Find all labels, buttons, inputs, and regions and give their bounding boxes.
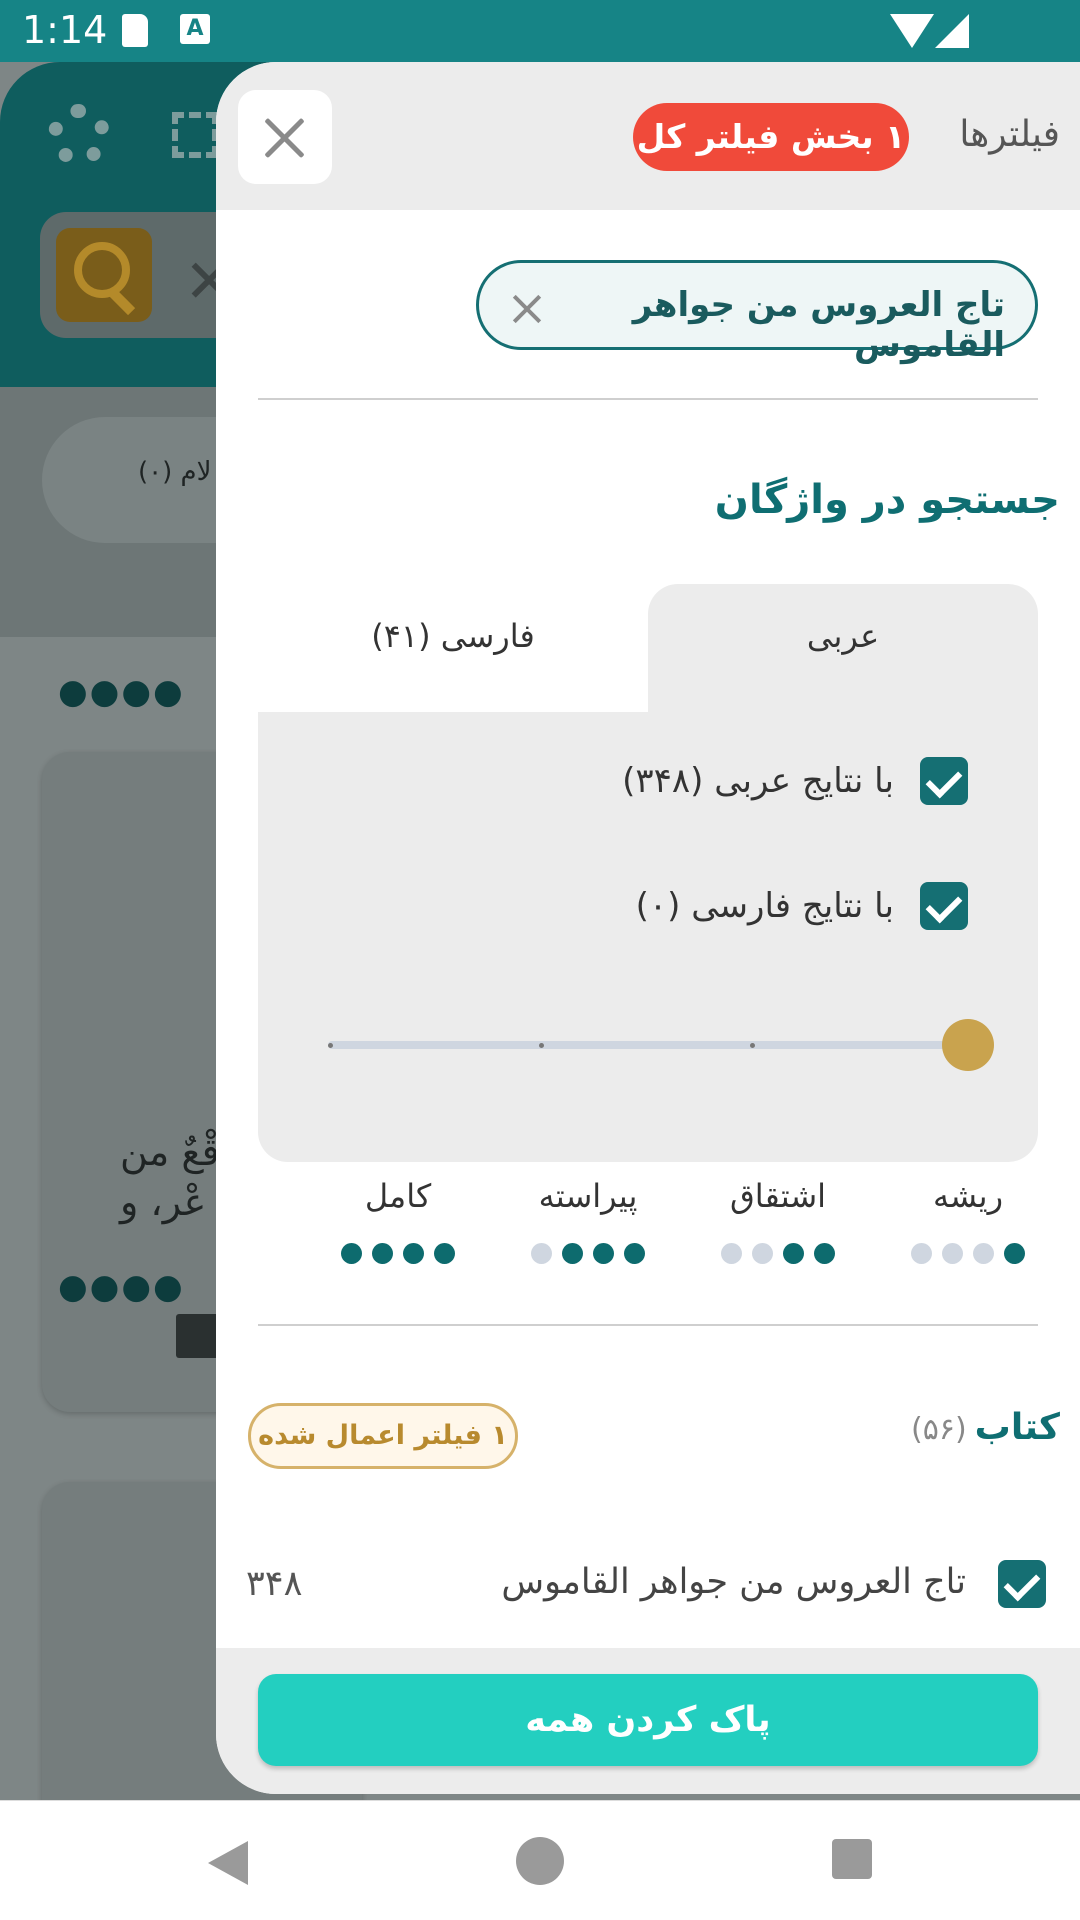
fullscreen-icon <box>172 112 218 158</box>
level-complete: کامل <box>328 1177 468 1265</box>
level-refined: پیراسته <box>518 1177 658 1265</box>
remove-chip-icon[interactable] <box>509 291 545 327</box>
checkbox-checked[interactable] <box>920 757 968 805</box>
level-dots <box>708 1243 848 1265</box>
tab-arabic[interactable]: عربی <box>648 584 1038 712</box>
book-icon <box>176 1314 220 1358</box>
slider-tick <box>539 1043 544 1048</box>
checkbox-checked[interactable] <box>998 1560 1046 1608</box>
checkbox-persian-results[interactable]: با نتایج فارسی (۰) <box>636 882 968 932</box>
search-icon <box>56 228 152 322</box>
back-icon[interactable] <box>208 1841 248 1885</box>
applied-filter-badge: ۱ فیلتر اعمال شده <box>248 1403 518 1469</box>
slider-tick <box>328 1043 333 1048</box>
wifi-icon <box>890 14 934 48</box>
level-dots <box>898 1243 1038 1265</box>
slider-tick <box>750 1043 755 1048</box>
status-time: 1:14 <box>22 8 108 52</box>
filters-drawer: ۱ بخش فیلتر کل فیلترها تاج العروس من جوا… <box>216 62 1080 1794</box>
book-section-title: کتاب(۵۶) <box>911 1407 1060 1448</box>
level-slider[interactable] <box>328 1041 968 1049</box>
level-dots <box>518 1243 658 1265</box>
checkbox-arabic-results[interactable]: با نتایج عربی (۳۴۸) <box>622 757 968 807</box>
tab-persian[interactable]: فارسی (۴۱) <box>258 584 648 712</box>
book-name: تاج العروس من جواهر القاموس <box>501 1562 966 1602</box>
status-bar: 1:14 A <box>0 0 1080 62</box>
drawer-header: ۱ بخش فیلتر کل فیلترها <box>216 62 1080 210</box>
divider <box>258 1324 1038 1326</box>
total-filter-badge: ۱ بخش فیلتر کل <box>633 103 909 171</box>
book-list-item[interactable]: تاج العروس من جواهر القاموس ۳۴۸ <box>246 1552 1046 1622</box>
level-dots <box>328 1243 468 1265</box>
active-filter-chip-label: تاج العروس من جواهر القاموس <box>632 285 1005 365</box>
drawer-title: فیلترها <box>959 114 1060 155</box>
close-button[interactable] <box>238 90 332 184</box>
gear-icon <box>48 104 110 166</box>
background-card-dots: ●●●● <box>58 1267 185 1307</box>
background-card-dots: ●●●● <box>58 672 185 712</box>
slider-thumb[interactable] <box>942 1019 994 1071</box>
signal-icon <box>935 14 969 48</box>
home-icon[interactable] <box>516 1837 564 1885</box>
background-card-text: قْعٌ من عْر، و <box>120 1130 220 1224</box>
divider <box>258 398 1038 400</box>
active-filter-chip[interactable]: تاج العروس من جواهر القاموس <box>476 260 1038 365</box>
book-result-count: ۳۴۸ <box>246 1564 303 1604</box>
search-options-panel: با نتایج عربی (۳۴۸) با نتایج فارسی (۰) ر… <box>258 712 1038 1264</box>
level-derivation: اشتقاق <box>708 1177 848 1265</box>
level-root: ریشه <box>898 1177 1038 1265</box>
section-title: جستجو در واژگان <box>714 477 1060 523</box>
keyboard-icon: A <box>180 14 210 44</box>
sd-card-icon <box>122 14 148 47</box>
clear-all-button[interactable]: پاک کردن همه <box>258 1674 1038 1766</box>
checkbox-checked[interactable] <box>920 882 968 930</box>
navigation-bar <box>0 1800 1080 1920</box>
recent-apps-icon[interactable] <box>832 1839 872 1879</box>
